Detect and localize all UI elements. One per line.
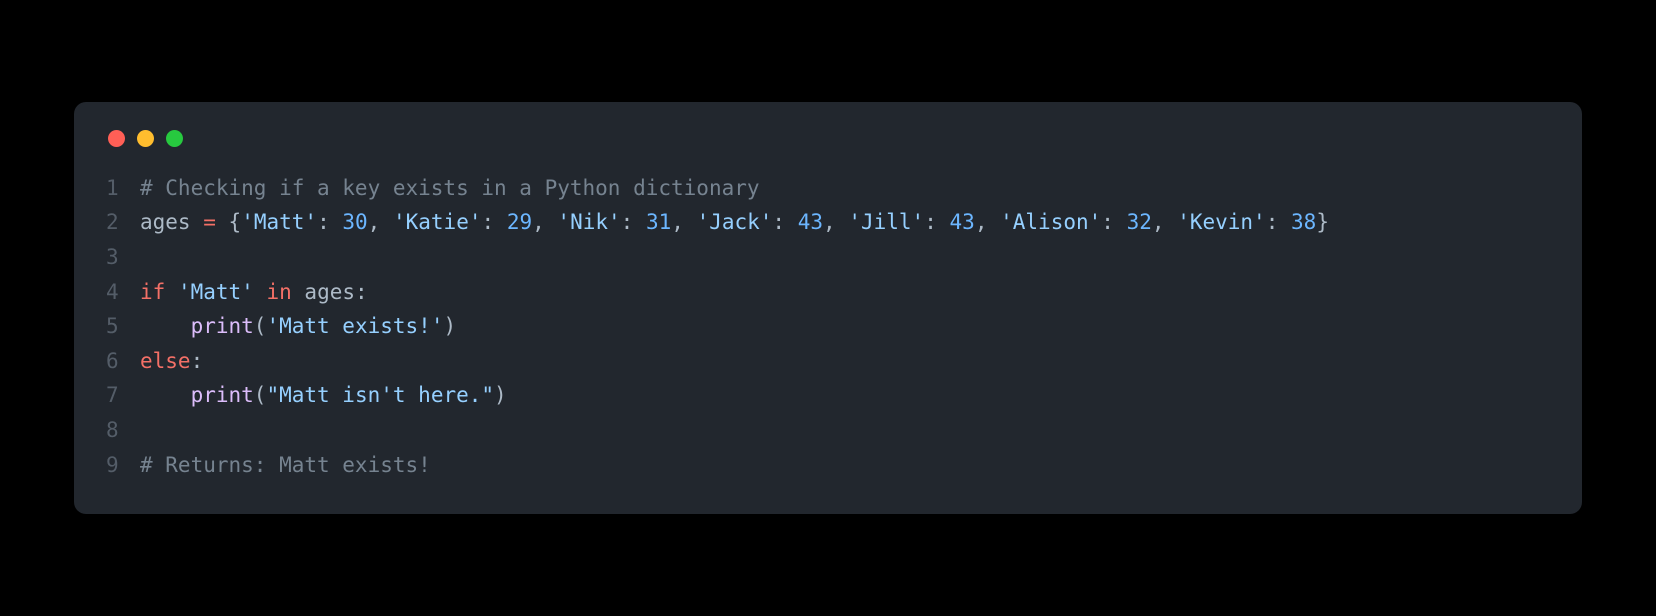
code-content: ages = {'Matt': 30, 'Katie': 29, 'Nik': … (140, 205, 1550, 240)
number-token: 30 (342, 210, 367, 234)
string-token: 'Matt' (178, 280, 254, 304)
string-token: "Matt isn't here." (266, 383, 494, 407)
code-content: print("Matt isn't here.") (140, 378, 1550, 413)
code-line: 9 # Returns: Matt exists! (106, 448, 1550, 483)
code-line: 2 ages = {'Matt': 30, 'Katie': 29, 'Nik'… (106, 205, 1550, 240)
code-area: 1 # Checking if a key exists in a Python… (106, 171, 1550, 483)
window-close-icon[interactable] (108, 130, 125, 147)
identifier-token: ages (140, 210, 191, 234)
string-token: 'Jack' (697, 210, 773, 234)
code-line: 4 if 'Matt' in ages: (106, 275, 1550, 310)
line-number: 3 (106, 240, 140, 275)
string-token: 'Kevin' (1177, 210, 1266, 234)
code-line: 8 (106, 413, 1550, 448)
brace-token: } (1316, 210, 1329, 234)
line-number: 2 (106, 205, 140, 240)
string-token: 'Alison' (1000, 210, 1101, 234)
code-window: 1 # Checking if a key exists in a Python… (74, 102, 1582, 515)
function-token: print (191, 383, 254, 407)
function-token: print (191, 314, 254, 338)
number-token: 32 (1127, 210, 1152, 234)
number-token: 31 (646, 210, 671, 234)
code-content: print('Matt exists!') (140, 309, 1550, 344)
window-minimize-icon[interactable] (137, 130, 154, 147)
code-content: else: (140, 344, 1550, 379)
code-content (140, 413, 1550, 448)
comment-token: # Returns: Matt exists! (140, 453, 431, 477)
line-number: 8 (106, 413, 140, 448)
keyword-token: in (266, 280, 291, 304)
keyword-token: else (140, 349, 191, 373)
traffic-lights (106, 130, 1550, 147)
number-token: 43 (798, 210, 823, 234)
string-token: 'Matt exists!' (266, 314, 443, 338)
number-token: 43 (950, 210, 975, 234)
string-token: 'Nik' (557, 210, 620, 234)
string-token: 'Jill' (848, 210, 924, 234)
code-line: 6 else: (106, 344, 1550, 379)
window-zoom-icon[interactable] (166, 130, 183, 147)
identifier-token: ages (304, 280, 355, 304)
number-token: 29 (507, 210, 532, 234)
line-number: 1 (106, 171, 140, 206)
code-content (140, 240, 1550, 275)
code-line: 3 (106, 240, 1550, 275)
code-line: 1 # Checking if a key exists in a Python… (106, 171, 1550, 206)
line-number: 5 (106, 309, 140, 344)
code-content: # Returns: Matt exists! (140, 448, 1550, 483)
code-line: 5 print('Matt exists!') (106, 309, 1550, 344)
brace-token: { (229, 210, 242, 234)
line-number: 9 (106, 448, 140, 483)
keyword-token: if (140, 280, 165, 304)
string-token: 'Matt' (241, 210, 317, 234)
line-number: 7 (106, 378, 140, 413)
code-content: if 'Matt' in ages: (140, 275, 1550, 310)
operator-token: = (203, 210, 216, 234)
number-token: 38 (1291, 210, 1316, 234)
comment-token: # Checking if a key exists in a Python d… (140, 176, 760, 200)
code-line: 7 print("Matt isn't here.") (106, 378, 1550, 413)
code-content: # Checking if a key exists in a Python d… (140, 171, 1550, 206)
line-number: 6 (106, 344, 140, 379)
string-token: 'Katie' (393, 210, 482, 234)
line-number: 4 (106, 275, 140, 310)
